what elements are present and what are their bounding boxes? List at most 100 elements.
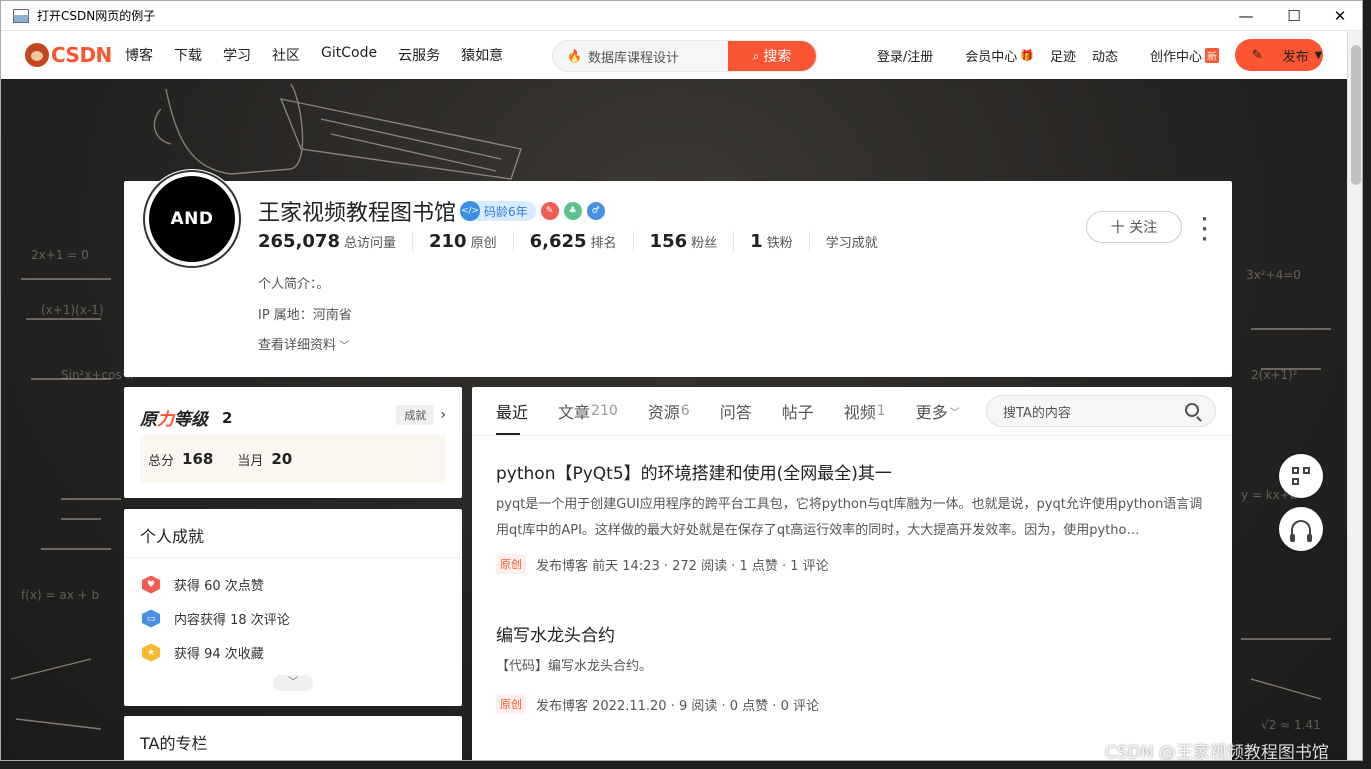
creator-center-label: 创作中心: [1149, 49, 1202, 65]
activity-link[interactable]: 动态: [1092, 46, 1118, 65]
nav-link-community[interactable]: 社区: [272, 45, 300, 65]
tab-label: 文章: [558, 403, 591, 422]
tab-qa[interactable]: 问答: [720, 387, 752, 435]
comment-icon: ▭: [142, 609, 160, 628]
nav-link-yuanruyi[interactable]: 猿如意: [461, 45, 503, 65]
community-badge-icon[interactable]: ♣: [563, 202, 582, 220]
tab-resources[interactable]: 资源 6: [648, 387, 690, 435]
achievement-link[interactable]: 成就 ›: [396, 405, 446, 425]
article-title[interactable]: python【PyQt5】的环境搭建和使用(全网最全)其一: [496, 459, 1208, 484]
stat-label: 粉丝: [691, 236, 718, 251]
nav-link-blog[interactable]: 博客: [125, 45, 153, 65]
tab-label: 问答: [719, 403, 752, 422]
gender-badge-icon[interactable]: ♂: [586, 202, 605, 220]
profile-name: 王家视频教程图书馆: [258, 201, 457, 226]
publish-button[interactable]: ✎ 发布 ▼: [1235, 39, 1323, 71]
vip-center-link[interactable]: 会员中心 🎁: [949, 46, 1034, 65]
svg-text:√2 ≈ 1.41: √2 ≈ 1.41: [1261, 718, 1321, 732]
tab-videos[interactable]: 视频 1: [844, 387, 886, 435]
stat-original[interactable]: 210 原创: [429, 231, 514, 252]
chevron-right-icon: ›: [440, 407, 446, 423]
level-title-c: 等级: [174, 410, 208, 430]
nav-link-download[interactable]: 下载: [174, 45, 202, 65]
tab-posts[interactable]: 帖子: [782, 387, 814, 435]
article-desc[interactable]: pyqt是一个用于创建GUI应用程序的跨平台工具包，它将python与qt库融为…: [496, 492, 1208, 544]
article-meta: 原创 发布博客 2022.11.20 · 9 阅读 · 0 点赞 · 0 评论: [496, 694, 1208, 714]
stat-rank[interactable]: 6,625 排名: [530, 231, 634, 252]
tab-articles[interactable]: 文章 210: [558, 387, 618, 435]
code-icon: </>: [460, 201, 481, 221]
tab-count: 1: [876, 403, 886, 419]
maximize-button[interactable]: ☐: [1271, 1, 1317, 31]
content-search-input[interactable]: 搜TA的内容: [986, 395, 1216, 427]
achievements-card: 个人成就 ♥ 获得 60 次点赞 ▭ 内容获得 18 次评论 ★ 获得 94 次…: [124, 509, 462, 706]
search-button[interactable]: ⌕ 搜索: [728, 41, 816, 71]
article-meta: 原创 发布博客 前天 14:23 · 272 阅读 · 1 点赞 · 1 评论: [496, 554, 1208, 574]
csdn-logo[interactable]: CSDN: [25, 43, 121, 67]
tab-more[interactable]: 更多 ﹀: [916, 387, 960, 435]
close-button[interactable]: ✕: [1317, 1, 1362, 31]
month-score-label: 当月: [237, 453, 264, 469]
level-card: 原力等级 2 成就 › 总分 168 当月 20: [124, 387, 462, 498]
tab-count: 210: [591, 403, 618, 419]
stat-visits[interactable]: 265,078 总访问量: [258, 231, 413, 252]
tab-label: 帖子: [781, 403, 814, 422]
blog-badge-icon[interactable]: ✎: [540, 202, 559, 220]
chevron-down-icon: ﹀: [949, 407, 960, 419]
logo-text: CSDN: [51, 43, 112, 67]
svg-text:3x²+4=0: 3x²+4=0: [1246, 268, 1301, 282]
level-title: 原力等级: [140, 405, 208, 430]
login-link[interactable]: 登录/注册: [877, 46, 933, 65]
level-title-b: 力: [157, 410, 174, 430]
footprint-link[interactable]: 足迹: [1050, 46, 1076, 65]
achievement-item: ♥ 获得 60 次点赞: [142, 575, 264, 594]
caret-down-icon: ▼: [1314, 49, 1323, 61]
stat-label: 排名: [590, 236, 617, 251]
search-button-label: 搜索: [763, 49, 792, 65]
stat-iron-fans[interactable]: 1 铁粉: [750, 231, 810, 252]
svg-text:2(x+1)²: 2(x+1)²: [1251, 368, 1298, 382]
column-card: TA的专栏: [124, 716, 462, 760]
more-options-icon[interactable]: · · ·: [1201, 211, 1208, 249]
customer-service-button[interactable]: [1279, 507, 1323, 551]
tab-recent[interactable]: 最近: [496, 387, 528, 435]
achievements-title: 个人成就: [140, 527, 205, 546]
page-scrollbar[interactable]: [1347, 31, 1362, 760]
search-icon: ⌕: [752, 48, 760, 63]
minimize-button[interactable]: —: [1223, 1, 1269, 31]
code-age-badge: </> 码龄6年: [460, 201, 536, 221]
profile-stats: 265,078 总访问量 210 原创 6,625 排名 156 粉丝 1 铁粉 学习成就: [258, 231, 910, 252]
stat-learning-achievement[interactable]: 学习成就: [826, 232, 894, 251]
chevron-down-icon: ﹀: [336, 341, 350, 352]
search-icon[interactable]: [1185, 403, 1199, 417]
window-title: 打开CSDN网页的例子: [37, 9, 156, 23]
monkey-logo-icon: [25, 43, 49, 67]
achievement-text: 获得 94 次收藏: [174, 647, 264, 662]
expand-chevron-icon[interactable]: ﹀: [273, 675, 313, 691]
svg-text:f(x) = ax + b: f(x) = ax + b: [21, 588, 99, 602]
stat-fans[interactable]: 156 粉丝: [650, 231, 735, 252]
achievement-item: ▭ 内容获得 18 次评论: [142, 609, 290, 628]
achievement-item: ★ 获得 94 次收藏: [142, 643, 264, 662]
gift-icon: 🎁: [1020, 48, 1034, 62]
profile-details-link[interactable]: 查看详细资料 ﹀: [258, 334, 349, 353]
stat-label: 总访问量: [343, 236, 396, 251]
search-input[interactable]: 数据库课程设计: [588, 47, 728, 66]
stat-label: 原创: [470, 236, 497, 251]
profile-intro: 个人简介：。: [258, 277, 330, 292]
avatar[interactable]: AND: [142, 169, 242, 269]
pen-icon: ✎: [1251, 47, 1263, 63]
creator-center-link[interactable]: 创作中心 新: [1134, 46, 1219, 65]
original-tag: 原创: [496, 554, 526, 574]
nav-link-cloud[interactable]: 云服务: [398, 45, 440, 65]
nav-link-learn[interactable]: 学习: [223, 45, 251, 65]
tab-label: 资源: [647, 403, 680, 422]
svg-text:(x+1)(x-1): (x+1)(x-1): [41, 303, 104, 317]
qr-code-button[interactable]: [1279, 454, 1323, 498]
nav-link-gitcode[interactable]: GitCode: [321, 45, 377, 65]
follow-button[interactable]: 十 关注: [1086, 211, 1182, 243]
article-desc[interactable]: 【代码】编写水龙头合约。: [496, 654, 1208, 680]
achievement-tag: 成就: [396, 405, 435, 425]
scrollbar-thumb[interactable]: [1351, 45, 1361, 185]
article-title[interactable]: 编写水龙头合约: [496, 621, 1208, 646]
